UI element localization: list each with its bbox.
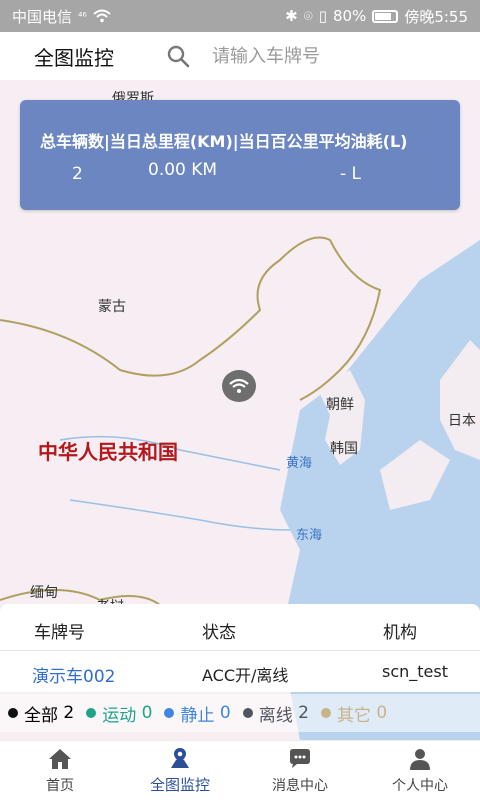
filter-offline-count: 2 [298, 703, 309, 723]
vibrate-icon: ▯ [318, 7, 327, 25]
wifi-icon [93, 9, 111, 23]
filter-stopped-label: 静止 [180, 705, 215, 726]
search-input[interactable] [210, 44, 430, 68]
map-label-japan: 日本 [448, 413, 476, 429]
total-mileage-value: 0.00 KM [148, 160, 218, 180]
bottom-tab-bar: 首页 全图监控 消息中心 个人中心 [0, 740, 480, 800]
column-status: 状态 [202, 623, 236, 643]
filter-other[interactable]: 其它 0 [320, 701, 388, 726]
dot-icon [164, 708, 175, 718]
bluetooth-icon: ✱ [285, 7, 298, 25]
map-label-east-sea: 东海 [296, 528, 323, 543]
clock: 傍晚5:55 [404, 7, 468, 26]
filter-moving-count: 0 [141, 703, 153, 723]
vehicle-org: scn_test [382, 662, 448, 681]
filter-offline[interactable]: 离线 2 [242, 701, 309, 726]
search-icon[interactable] [166, 44, 190, 68]
tab-home-label: 首页 [46, 777, 74, 794]
tab-map-monitor-label: 全图监控 [149, 776, 210, 794]
filter-all-count: 2 [63, 703, 75, 723]
tab-profile[interactable]: 个人中心 [360, 741, 480, 800]
filter-all[interactable]: 全部 2 [8, 701, 74, 726]
summary-header: 总车辆数|当日总里程(KM)|当日百公里平均油耗(L) [40, 132, 408, 151]
wifi-signal-icon [229, 378, 249, 393]
map-label-china: 中华人民共和国 [38, 440, 178, 464]
status-filter-bar: 全部 2 运动 0 静止 0 离线 2 其它 0 [0, 694, 480, 732]
tab-home[interactable]: 首页 [0, 741, 120, 800]
status-bar: 中国电信 ⁴⁶ ✱ ⌾ ▯ 80% 傍晚5:55 [0, 0, 480, 32]
filter-offline-label: 离线 [258, 705, 293, 726]
vehicle-status: ACC开/离线 [202, 666, 289, 685]
map-label-south-korea: 韩国 [330, 441, 358, 457]
filter-moving[interactable]: 运动 0 [86, 701, 152, 726]
avg-fuel-value: - L [340, 164, 362, 184]
map-pin-icon [171, 748, 189, 768]
filter-stopped-count: 0 [219, 703, 231, 723]
tab-map-monitor[interactable]: 全图监控 [120, 741, 240, 800]
column-plate: 车牌号 [34, 623, 85, 643]
vehicle-plate-link[interactable]: 演示车002 [32, 662, 115, 687]
page-title: 全图监控 [34, 45, 114, 70]
tab-messages-label: 消息中心 [272, 777, 328, 794]
filter-other-count: 0 [376, 703, 388, 723]
battery-percent: 80% [332, 7, 367, 25]
filter-stopped[interactable]: 静止 0 [164, 701, 231, 726]
filter-moving-label: 运动 [102, 705, 137, 726]
vehicle-table: 车牌号 状态 机构 演示车002 ACC开/离线 scn_test [0, 604, 480, 692]
location-icon: ⌾ [303, 7, 313, 25]
vehicle-marker[interactable] [222, 370, 256, 402]
user-icon [410, 748, 430, 770]
home-icon [49, 748, 71, 769]
filter-all-label: 全部 [24, 705, 58, 726]
chat-icon [290, 748, 310, 768]
signal-icon: ⁴⁶ [78, 9, 87, 23]
dot-icon [8, 708, 18, 718]
column-org: 机构 [383, 623, 417, 643]
dot-icon [320, 708, 331, 718]
dot-icon [86, 708, 97, 718]
tab-messages[interactable]: 消息中心 [240, 741, 360, 800]
top-bar: 全图监控 [0, 32, 480, 80]
total-vehicles-value: 2 [72, 164, 83, 184]
map-label-north-korea: 朝鲜 [326, 397, 354, 413]
map-label-yellow-sea: 黄海 [286, 456, 313, 471]
table-divider [0, 650, 480, 651]
filter-other-label: 其它 [336, 705, 371, 726]
carrier-label: 中国电信 [12, 7, 73, 26]
battery-icon [372, 9, 399, 23]
map-label-mongolia: 蒙古 [98, 299, 126, 315]
map-label-myanmar: 缅甸 [30, 585, 58, 601]
dot-icon [242, 708, 253, 718]
summary-card: 总车辆数|当日总里程(KM)|当日百公里平均油耗(L) 2 0.00 KM - … [20, 100, 460, 210]
tab-profile-label: 个人中心 [392, 777, 448, 794]
